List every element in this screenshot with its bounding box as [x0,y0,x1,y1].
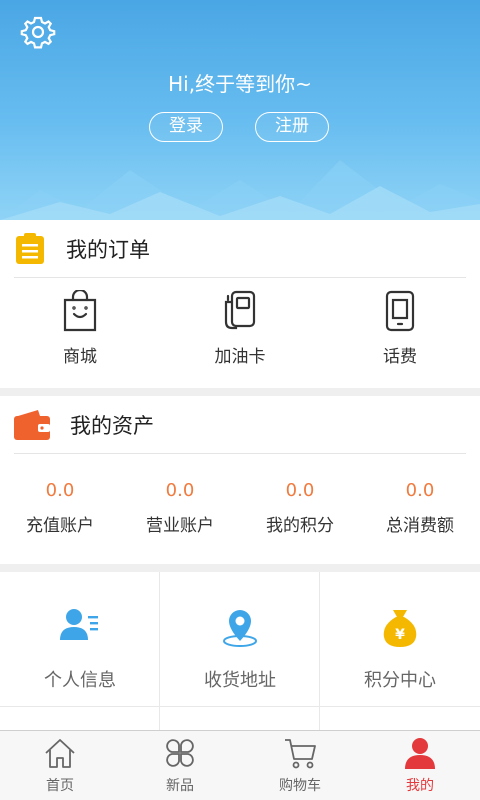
my-orders-section: 我的订单 商城 加油卡 话费 [0,220,480,388]
order-mall[interactable]: 商城 [20,290,140,367]
tab-mine-label: 我的 [406,778,434,794]
order-phone-bill-label: 话费 [383,347,417,367]
asset-label: 总消费额 [386,516,454,536]
clipboard-icon [16,233,44,264]
grid-petals-icon [166,739,194,767]
feature-grid: 个人信息 收货地址 ¥ 积分中心 [0,572,480,732]
asset-business-account[interactable]: 0.0 营业账户 [120,480,240,536]
settings-gear-icon[interactable] [20,14,56,50]
tab-cart[interactable]: 购物车 [240,731,360,800]
user-profile-icon [60,609,98,640]
my-orders-title: 我的订单 [66,238,150,262]
divider [14,453,466,454]
tab-new-products[interactable]: 新品 [120,731,240,800]
person-icon [405,738,435,769]
asset-value: 0.0 [165,480,195,501]
tab-home-label: 首页 [46,778,74,794]
asset-value: 0.0 [45,480,75,501]
my-assets-section: 我的资产 0.0 充值账户 0.0 营业账户 0.0 我的积分 0.0 总消费额 [0,396,480,564]
fuel-pump-icon [224,290,256,330]
divider [14,277,466,278]
cart-icon [285,739,316,769]
tab-cart-label: 购物车 [279,778,321,794]
profile-header: Hi,终于等到你~ 登录 注册 [0,0,480,220]
grid-divider [0,706,480,707]
order-fuel-card-label: 加油卡 [214,347,266,367]
bottom-tab-bar: 首页 新品 购物车 我的 [0,730,480,800]
asset-label: 充值账户 [26,516,94,536]
home-icon [45,739,75,768]
order-mall-label: 商城 [63,347,97,367]
grid-points-center-label: 积分中心 [364,670,436,691]
my-orders-header[interactable]: 我的订单 [0,220,480,278]
tab-new-products-label: 新品 [166,778,194,794]
my-assets-title: 我的资产 [70,414,154,438]
asset-label: 我的积分 [266,516,334,536]
asset-recharge-account[interactable]: 0.0 充值账户 [0,480,120,536]
asset-value: 0.0 [405,480,435,501]
mountain-decoration [0,160,480,220]
asset-my-points[interactable]: 0.0 我的积分 [240,480,360,536]
asset-total-spending[interactable]: 0.0 总消费额 [360,480,480,536]
wallet-icon [14,410,50,440]
order-phone-bill[interactable]: 话费 [340,290,460,367]
grid-divider [319,572,320,732]
svg-text:¥: ¥ [395,627,405,643]
grid-shipping-address-label: 收货地址 [204,670,276,691]
mobile-phone-icon [385,290,415,332]
grid-divider [159,572,160,732]
grid-personal-info[interactable]: 个人信息 [0,572,160,706]
asset-label: 营业账户 [146,516,214,536]
register-button[interactable]: 注册 [255,112,329,142]
grid-shipping-address[interactable]: 收货地址 [160,572,320,706]
order-fuel-card[interactable]: 加油卡 [180,290,300,367]
tab-mine[interactable]: 我的 [360,731,480,800]
login-button[interactable]: 登录 [149,112,223,142]
shopping-bag-icon [63,290,97,332]
tab-home[interactable]: 首页 [0,731,120,800]
asset-value: 0.0 [285,480,315,501]
money-bag-icon: ¥ [383,610,417,647]
greeting-text: Hi,终于等到你~ [168,72,312,96]
location-pin-icon [223,610,257,647]
grid-points-center[interactable]: ¥ 积分中心 [320,572,480,706]
grid-personal-info-label: 个人信息 [44,670,116,691]
my-assets-header[interactable]: 我的资产 [0,396,480,454]
